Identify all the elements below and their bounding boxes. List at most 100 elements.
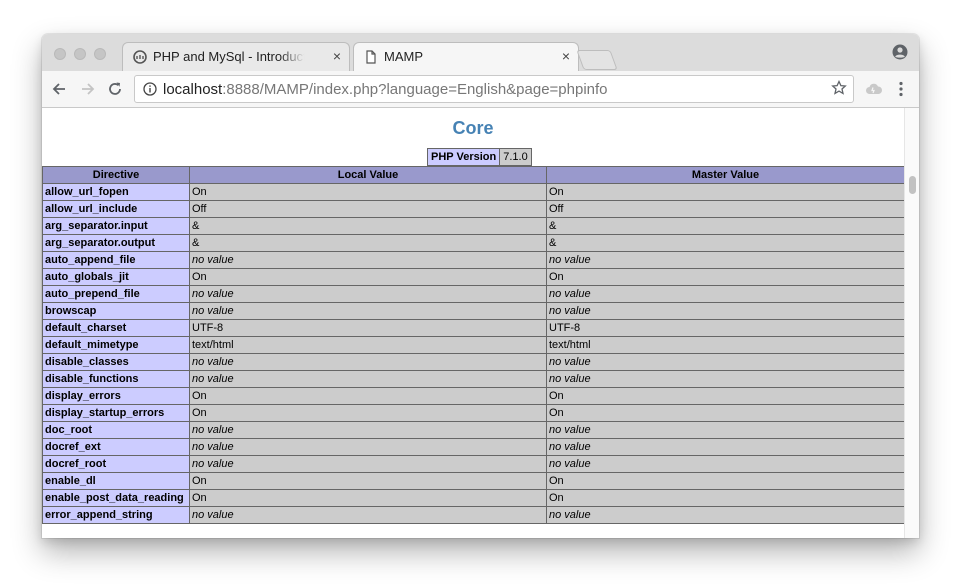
local-value-cell: On xyxy=(189,472,547,490)
directive-cell: doc_root xyxy=(42,421,190,439)
new-tab-button[interactable] xyxy=(576,50,618,70)
url-path: :8888/MAMP/index.php?language=English&pa… xyxy=(222,81,608,98)
directive-cell: arg_separator.input xyxy=(42,217,190,235)
directive-cell: error_append_string xyxy=(42,506,190,524)
master-value-cell: UTF-8 xyxy=(546,319,905,337)
directive-cell: allow_url_include xyxy=(42,200,190,218)
zoom-window-button[interactable] xyxy=(94,48,106,60)
master-value-cell: no value xyxy=(546,251,905,269)
local-value-cell: On xyxy=(189,387,547,405)
table-row: allow_url_include Off Off xyxy=(42,200,905,218)
php-favicon-icon xyxy=(133,50,147,64)
master-value-cell: text/html xyxy=(546,336,905,354)
directive-cell: disable_classes xyxy=(42,353,190,371)
master-value-cell: no value xyxy=(546,302,905,320)
table-row: disable_functions no value no value xyxy=(42,370,905,388)
local-value-cell: no value xyxy=(189,370,547,388)
column-header-master-value: Master Value xyxy=(546,166,905,184)
local-value-cell: no value xyxy=(189,438,547,456)
master-value-cell: On xyxy=(546,489,905,507)
info-icon[interactable] xyxy=(143,82,157,96)
local-value-cell: no value xyxy=(189,302,547,320)
directive-cell: disable_functions xyxy=(42,370,190,388)
local-value-cell: On xyxy=(189,268,547,286)
master-value-cell: no value xyxy=(546,370,905,388)
close-tab-icon[interactable]: × xyxy=(562,48,570,64)
table-row: docref_root no value no value xyxy=(42,455,905,473)
local-value-cell: no value xyxy=(189,353,547,371)
directives-table: Directive Local Value Master Value allow… xyxy=(42,166,905,524)
local-value-cell: & xyxy=(189,234,547,252)
local-value-cell: text/html xyxy=(189,336,547,354)
column-header-local-value: Local Value xyxy=(189,166,547,184)
close-tab-icon[interactable]: × xyxy=(333,48,341,64)
master-value-cell: & xyxy=(546,234,905,252)
directive-cell: display_errors xyxy=(42,387,190,405)
directive-cell: allow_url_fopen xyxy=(42,183,190,201)
local-value-cell: no value xyxy=(189,251,547,269)
scrollbar-thumb[interactable] xyxy=(909,176,916,194)
directive-cell: auto_prepend_file xyxy=(42,285,190,303)
vertical-scrollbar[interactable] xyxy=(904,108,919,538)
table-row: auto_globals_jit On On xyxy=(42,268,905,286)
php-version-box: PHP Version 7.1.0 xyxy=(427,148,532,166)
table-row: arg_separator.output & & xyxy=(42,234,905,252)
column-header-directive: Directive xyxy=(42,166,190,184)
table-row: display_errors On On xyxy=(42,387,905,405)
document-icon xyxy=(366,50,376,64)
page-title: Core xyxy=(452,118,494,138)
page-content: Core PHP Version 7.1.0 Directive Local V… xyxy=(42,108,919,538)
tab-php-mysql-intro[interactable]: PHP and MySql - Introduction to PHP × xyxy=(122,42,350,71)
table-row: enable_dl On On xyxy=(42,472,905,490)
browser-toolbar: localhost:8888/MAMP/index.php?language=E… xyxy=(42,71,919,108)
minimize-window-button[interactable] xyxy=(74,48,86,60)
table-row: disable_classes no value no value xyxy=(42,353,905,371)
local-value-cell: no value xyxy=(189,285,547,303)
cloud-extension-icon[interactable] xyxy=(865,81,883,97)
bookmark-star-icon[interactable] xyxy=(831,80,847,96)
local-value-cell: no value xyxy=(189,506,547,524)
master-value-cell: no value xyxy=(546,506,905,524)
tab-title: MAMP xyxy=(384,49,423,64)
local-value-cell: On xyxy=(189,404,547,422)
address-bar[interactable]: localhost:8888/MAMP/index.php?language=E… xyxy=(134,75,854,103)
browser-window: PHP and MySql - Introduction to PHP × MA… xyxy=(42,34,919,538)
tab-mamp[interactable]: MAMP × xyxy=(353,42,579,71)
table-row: default_mimetype text/html text/html xyxy=(42,336,905,354)
back-arrow-icon[interactable] xyxy=(50,80,68,98)
tab-title-fade xyxy=(279,45,309,69)
close-window-button[interactable] xyxy=(54,48,66,60)
table-row: browscap no value no value xyxy=(42,302,905,320)
tab-strip: PHP and MySql - Introduction to PHP × MA… xyxy=(42,34,919,71)
directive-cell: enable_dl xyxy=(42,472,190,490)
local-value-cell: UTF-8 xyxy=(189,319,547,337)
directive-cell: enable_post_data_reading xyxy=(42,489,190,507)
table-header-row: Directive Local Value Master Value xyxy=(42,166,905,184)
master-value-cell: no value xyxy=(546,438,905,456)
reload-icon[interactable] xyxy=(106,80,124,98)
directive-cell: default_charset xyxy=(42,319,190,337)
table-row: display_startup_errors On On xyxy=(42,404,905,422)
menu-icon[interactable] xyxy=(895,80,907,98)
local-value-cell: no value xyxy=(189,421,547,439)
table-row: auto_prepend_file no value no value xyxy=(42,285,905,303)
url-host: localhost xyxy=(163,81,223,98)
table-row: enable_post_data_reading On On xyxy=(42,489,905,507)
local-value-cell: & xyxy=(189,217,547,235)
master-value-cell: no value xyxy=(546,353,905,371)
directive-cell: display_startup_errors xyxy=(42,404,190,422)
forward-arrow-icon[interactable] xyxy=(79,80,97,98)
master-value-cell: no value xyxy=(546,421,905,439)
master-value-cell: no value xyxy=(546,285,905,303)
directive-cell: auto_append_file xyxy=(42,251,190,269)
table-row: doc_root no value no value xyxy=(42,421,905,439)
profile-icon[interactable] xyxy=(892,44,908,60)
local-value-cell: On xyxy=(189,183,547,201)
table-body: allow_url_fopen On On allow_url_include Off O… xyxy=(42,183,905,524)
url-text: localhost:8888/MAMP/index.php?language=E… xyxy=(163,81,608,98)
master-value-cell: Off xyxy=(546,200,905,218)
master-value-cell: On xyxy=(546,268,905,286)
master-value-cell: On xyxy=(546,183,905,201)
master-value-cell: On xyxy=(546,387,905,405)
directive-cell: docref_ext xyxy=(42,438,190,456)
